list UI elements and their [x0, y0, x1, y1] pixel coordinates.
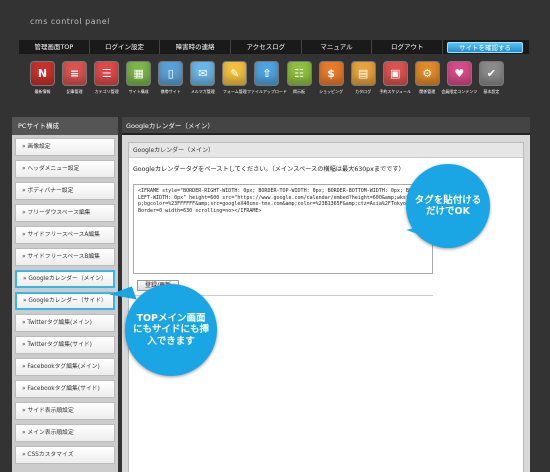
nav-logout[interactable]: ログアウト	[372, 40, 444, 54]
sidebar-item-label: Twitterタグ編集(サイド)	[27, 342, 92, 348]
sidebar-item-label: サイド表示順設定	[27, 408, 74, 414]
feature-label: メルマガ管理	[190, 89, 215, 94]
feature-label: ファイルアップロード	[246, 89, 287, 94]
feature-label: 関係管理	[419, 89, 436, 94]
settings-icon: ✔	[478, 61, 504, 86]
feature-label: カタログ	[355, 89, 372, 94]
feature-item-6[interactable]: ✎ フォーム管理	[219, 61, 250, 107]
relation-icon: ⚙	[414, 61, 440, 86]
top-navigation: 管理画面TOP ログイン設定 障害時の連絡 アクセスログ マニュアル ログアウト…	[19, 40, 529, 54]
article-icon: ≡	[62, 61, 88, 86]
catalog-icon: ▤	[350, 61, 376, 86]
callout-paste-tag-text: タグを貼付けるだけでOK	[414, 194, 482, 217]
sidebar-item-3[interactable]: » フリーダウスペース編集	[15, 204, 115, 222]
sidebar-item-label: Googleカレンダー（メイン）	[28, 276, 107, 282]
members-icon: ♥	[446, 61, 472, 86]
shopping-icon: $	[318, 61, 344, 86]
feature-item-10[interactable]: ▤ カタログ	[348, 61, 379, 107]
sidebar: PCサイト構成 » 画像設定 » ヘッダメニュー設定 » ボディバナー設定 » フリー…	[12, 117, 118, 472]
sidebar-list: » 画像設定 » ヘッダメニュー設定 » ボディバナー設定 » フリーダウスペース編集…	[12, 135, 118, 464]
sidebar-item-14[interactable]: » CSSカスタマイズ	[15, 446, 115, 464]
sidebar-item-8[interactable]: » Twitterタグ編集(メイン)	[15, 314, 115, 332]
sidebar-item-12[interactable]: » サイド表示順設定	[15, 402, 115, 420]
sidebar-item-2[interactable]: » ボディバナー設定	[15, 182, 115, 200]
news-icon: N	[30, 61, 55, 86]
sidebar-item-label: Googleカレンダー（サイド）	[28, 298, 107, 304]
bbs-icon: ☷	[286, 61, 312, 86]
feature-item-3[interactable]: ▦ サイト構成	[123, 61, 154, 107]
nav-manual[interactable]: マニュアル	[302, 40, 373, 54]
feature-item-8[interactable]: ☷ 掲示板	[284, 61, 315, 107]
feature-item-0[interactable]: N 最新情報	[27, 61, 58, 107]
callout-insert-anywhere: TOPメイン画面にもサイドにも挿入できます	[125, 284, 217, 376]
sidebar-item-label: ボディバナー設定	[27, 188, 74, 194]
sidebar-title: PCサイト構成	[12, 117, 118, 135]
sidebar-item-label: Facebookタグ編集(メイン)	[27, 364, 100, 370]
feature-label: サイト構成	[128, 89, 149, 94]
panel-title: Googleカレンダー（メイン）	[129, 143, 523, 158]
feature-label: フォーム管理	[222, 89, 247, 94]
sidebar-item-label: CSSカスタマイズ	[27, 452, 74, 458]
sidebar-item-label: サイドフリースペースB編集	[27, 254, 100, 260]
sidebar-item-11[interactable]: » Facebookタグ編集(サイド)	[15, 380, 115, 398]
tag-code-textarea[interactable]: <IFRAME style="BORDER-RIGHT-WIDTH: 0px; …	[133, 184, 433, 274]
feature-item-5[interactable]: ✉ メルマガ管理	[187, 61, 218, 107]
sidebar-item-7[interactable]: » Googleカレンダー（サイド）	[15, 292, 115, 310]
app-window: cms control panel 管理画面TOP ログイン設定 障害時の連絡 …	[0, 0, 550, 472]
feature-label: 会員限定コンテンツ	[441, 89, 478, 94]
sidebar-item-label: フリーダウスペース編集	[27, 210, 91, 216]
feature-label: 携帯サイト	[160, 89, 181, 94]
feature-item-12[interactable]: ⚙ 関係管理	[412, 61, 443, 107]
feature-item-1[interactable]: ≡ 記事管理	[59, 61, 90, 107]
view-site-button[interactable]: サイトを確認する	[447, 41, 524, 53]
sidebar-item-0[interactable]: » 画像設定	[15, 138, 115, 156]
page-title: Googleカレンダー（メイン）	[122, 117, 530, 135]
form-icon: ✎	[222, 61, 248, 86]
sidebar-item-label: Facebookタグ編集(サイド)	[27, 386, 100, 392]
feature-item-4[interactable]: ▯ 携帯サイト	[155, 61, 186, 107]
feature-label: 基本設定	[483, 89, 500, 94]
layout-icon: ▦	[126, 61, 152, 86]
feature-label: カテゴリ管理	[94, 89, 119, 94]
schedule-icon: ▣	[382, 61, 408, 86]
sidebar-item-9[interactable]: » Twitterタグ編集(サイド)	[15, 336, 115, 354]
nav-admin-top[interactable]: 管理画面TOP	[19, 40, 90, 54]
feature-icon-bar: N 最新情報 ≡ 記事管理 ☰ カテゴリ管理 ▦ サイト構成 ▯ 携帯サイト ✉ メルマガ管理 ✎ フォー…	[27, 61, 507, 107]
feature-item-13[interactable]: ♥ 会員限定コンテンツ	[441, 61, 478, 107]
mobile-icon: ▯	[158, 61, 184, 86]
category-list-icon: ☰	[94, 61, 120, 86]
sidebar-item-6[interactable]: » Googleカレンダー（メイン）	[15, 270, 115, 288]
feature-item-7[interactable]: ⇧ ファイルアップロード	[247, 61, 287, 107]
nav-access-log[interactable]: アクセスログ	[231, 40, 302, 54]
nav-failure-contact[interactable]: 障害時の連絡	[160, 40, 232, 54]
feature-item-14[interactable]: ✔ 基本設定	[476, 61, 507, 107]
sidebar-item-1[interactable]: » ヘッダメニュー設定	[15, 160, 115, 178]
sidebar-item-10[interactable]: » Facebookタグ編集(メイン)	[15, 358, 115, 376]
callout-insert-anywhere-text: TOPメイン画面にもサイドにも挿入できます	[133, 312, 210, 347]
file-upload-icon: ⇧	[254, 61, 280, 86]
feature-label: 記事管理	[66, 89, 83, 94]
feature-label: ショッピング	[319, 89, 344, 94]
sidebar-item-label: Twitterタグ編集(メイン)	[27, 320, 92, 326]
app-title: cms control panel	[30, 17, 110, 26]
sidebar-item-label: サイドフリースペースA編集	[27, 232, 100, 238]
callout-paste-tag: タグを貼付けるだけでOK	[406, 164, 490, 248]
sidebar-item-label: メイン表示順設定	[27, 430, 74, 436]
sidebar-item-label: ヘッダメニュー設定	[27, 166, 80, 172]
feature-item-2[interactable]: ☰ カテゴリ管理	[91, 61, 122, 107]
feature-label: 最新情報	[34, 89, 51, 94]
feature-label: 掲示板	[293, 89, 305, 94]
mail-magazine-icon: ✉	[190, 61, 216, 86]
sidebar-item-13[interactable]: » メイン表示順設定	[15, 424, 115, 442]
sidebar-item-label: 画像設定	[27, 144, 51, 150]
sidebar-item-4[interactable]: » サイドフリースペースA編集	[15, 226, 115, 244]
feature-item-11[interactable]: ▣ 予約スケジュール	[379, 61, 412, 107]
feature-item-9[interactable]: $ ショッピング	[316, 61, 347, 107]
sidebar-item-5[interactable]: » サイドフリースペースB編集	[15, 248, 115, 266]
nav-login-settings[interactable]: ログイン設定	[90, 40, 161, 54]
feature-label: 予約スケジュール	[379, 89, 412, 94]
